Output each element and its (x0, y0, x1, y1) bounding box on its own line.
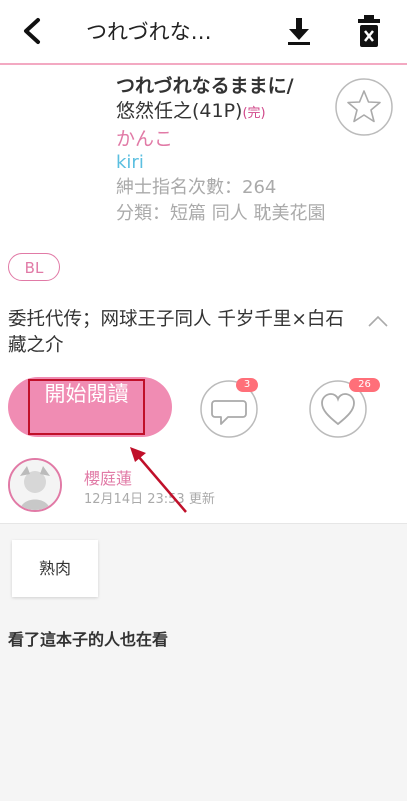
header-divider (0, 63, 407, 65)
author-link[interactable]: かんこ (116, 127, 342, 151)
annotation-arrow-icon (130, 447, 187, 513)
download-button[interactable] (282, 14, 316, 48)
delete-button[interactable] (352, 12, 386, 50)
star-icon (335, 78, 393, 136)
tag-bl[interactable]: BL (8, 253, 60, 281)
related-section-title: 看了這本子的人也在看 (8, 630, 169, 649)
book-info: つれづれなるままに/ 悠然任之(41P)(完) かんこ kiri 紳士指名次數：… (116, 74, 342, 227)
top-bar: つれづれな… (0, 0, 407, 64)
page-title: つれづれな… (86, 20, 212, 44)
complete-tag: (完) (242, 106, 266, 121)
comment-count-badge: 3 (236, 378, 258, 392)
category-text: 分類：短篇 同人 耽美花園 (116, 203, 326, 224)
start-reading-label[interactable]: 開始閱讀 (28, 379, 145, 435)
translator-link[interactable]: kiri (116, 151, 342, 175)
favorite-button[interactable] (334, 77, 394, 137)
like-count-badge: 26 (349, 378, 380, 392)
rank-count: 紳士指名次數：264 (116, 177, 277, 198)
book-subtitle: 悠然任之(41P) (116, 100, 243, 122)
trash-icon (358, 15, 380, 47)
tag-chip[interactable]: 熟肉 (12, 540, 98, 597)
book-title: つれづれなるままに/ 悠然任之(41P)(完) (116, 74, 342, 126)
uploader-avatar[interactable] (8, 458, 62, 512)
download-icon (288, 18, 310, 45)
section-divider (0, 523, 407, 524)
chevron-left-icon (24, 18, 40, 44)
book-title-main: つれづれなるままに/ (116, 75, 294, 97)
chevron-up-icon (368, 315, 388, 327)
expand-description-button[interactable] (366, 312, 390, 330)
avatar-image (10, 460, 60, 510)
back-button[interactable] (16, 14, 50, 48)
description: 委托代传；网球王子同人 千岁千里×白石藏之介 (8, 309, 344, 356)
